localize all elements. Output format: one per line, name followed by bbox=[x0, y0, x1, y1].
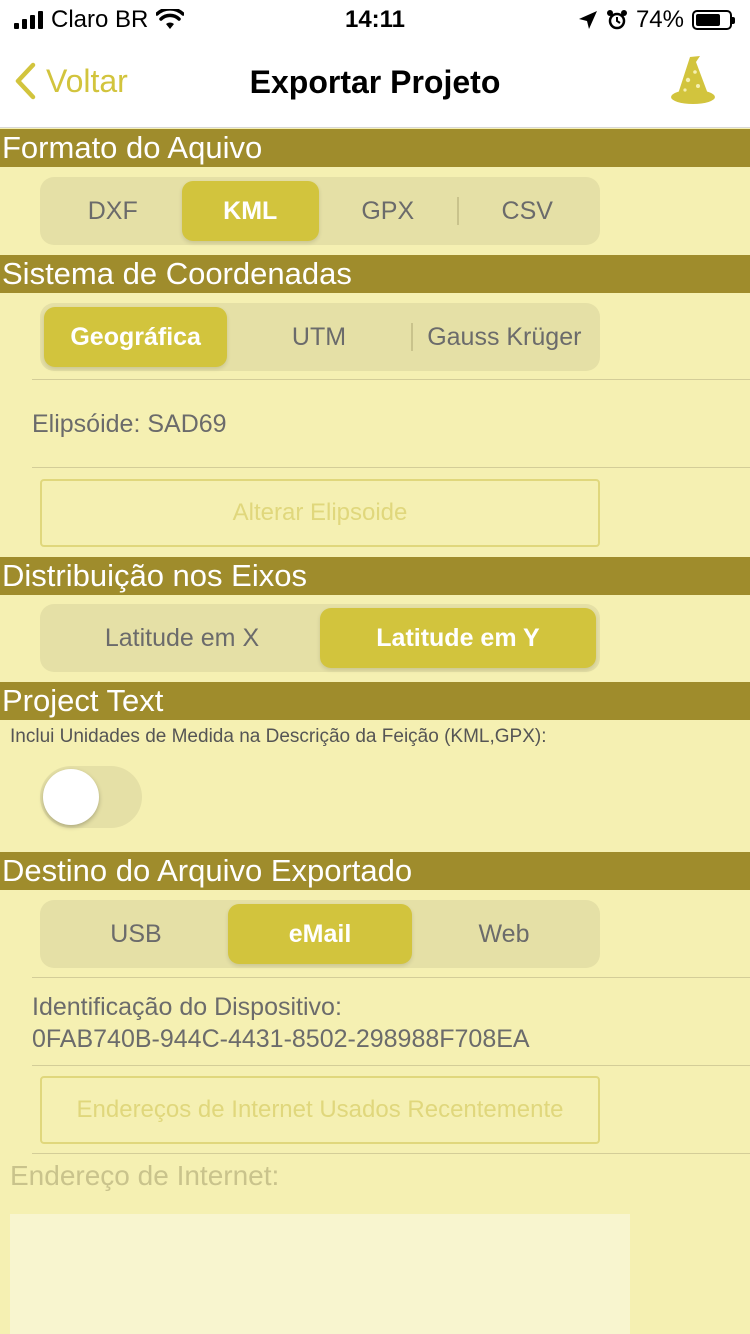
section-header-file-format: Formato do Aquivo bbox=[0, 129, 750, 167]
divider bbox=[32, 977, 750, 978]
battery-icon bbox=[692, 10, 735, 30]
ellipsoid-label: Elipsóide: SAD69 bbox=[32, 410, 227, 438]
divider bbox=[32, 1065, 750, 1066]
segment-gpx[interactable]: GPX bbox=[319, 181, 457, 241]
file-format-segmented-control: DXF KML GPX CSV bbox=[40, 177, 600, 245]
battery-percent: 74% bbox=[635, 6, 684, 33]
segment-gauss-kruger[interactable]: Gauss Krüger bbox=[413, 307, 596, 367]
segment-geografica[interactable]: Geográfica bbox=[44, 307, 228, 367]
url-input[interactable] bbox=[10, 1214, 630, 1334]
section-header-project-text: Project Text bbox=[0, 682, 750, 720]
section-header-destination: Destino do Arquivo Exportado bbox=[0, 852, 750, 890]
url-field-label: Endereço de Internet: bbox=[10, 1160, 280, 1191]
toggle-knob bbox=[43, 769, 99, 825]
segment-kml[interactable]: KML bbox=[181, 181, 319, 241]
segment-csv[interactable]: CSV bbox=[459, 181, 597, 241]
coordinate-system-segmented-control: Geográfica UTM Gauss Krüger bbox=[40, 303, 600, 371]
segment-web[interactable]: Web bbox=[412, 904, 596, 964]
navigation-bar: Voltar Exportar Projeto bbox=[0, 40, 750, 128]
divider bbox=[32, 379, 750, 380]
segment-usb[interactable]: USB bbox=[44, 904, 228, 964]
section-header-coordinates: Sistema de Coordenadas bbox=[0, 255, 750, 293]
segment-latitude-y[interactable]: Latitude em Y bbox=[320, 608, 596, 668]
location-arrow-icon bbox=[578, 11, 597, 29]
segment-dxf[interactable]: DXF bbox=[44, 181, 182, 241]
segment-latitude-x[interactable]: Latitude em X bbox=[44, 608, 320, 668]
units-toggle[interactable] bbox=[40, 766, 142, 828]
segment-email[interactable]: eMail bbox=[228, 904, 412, 964]
device-id-label: Identificação do Dispositivo: bbox=[32, 993, 342, 1021]
change-ellipsoid-button[interactable]: Alterar Elipsoide bbox=[40, 479, 600, 547]
axes-segmented-control: Latitude em X Latitude em Y bbox=[40, 604, 600, 672]
units-toggle-label: Inclui Unidades de Medida na Descrição d… bbox=[10, 726, 547, 747]
device-id-value: 0FAB740B-944C-4431-8502-298988F708EA bbox=[32, 1025, 530, 1053]
section-header-axes: Distribuição nos Eixos bbox=[0, 557, 750, 595]
recent-urls-button[interactable]: Endereços de Internet Usados Recentement… bbox=[40, 1076, 600, 1144]
destination-segmented-control: USB eMail Web bbox=[40, 900, 600, 968]
battery-fill bbox=[696, 14, 720, 26]
wizard-hat-icon[interactable] bbox=[670, 54, 716, 108]
alarm-icon bbox=[606, 10, 627, 30]
divider bbox=[32, 1153, 750, 1154]
segment-utm[interactable]: UTM bbox=[227, 307, 410, 367]
status-bar: Claro BR 14:11 74% bbox=[0, 0, 750, 40]
status-right: 74% bbox=[578, 6, 735, 34]
divider bbox=[32, 467, 750, 468]
page-title: Exportar Projeto bbox=[249, 64, 501, 100]
